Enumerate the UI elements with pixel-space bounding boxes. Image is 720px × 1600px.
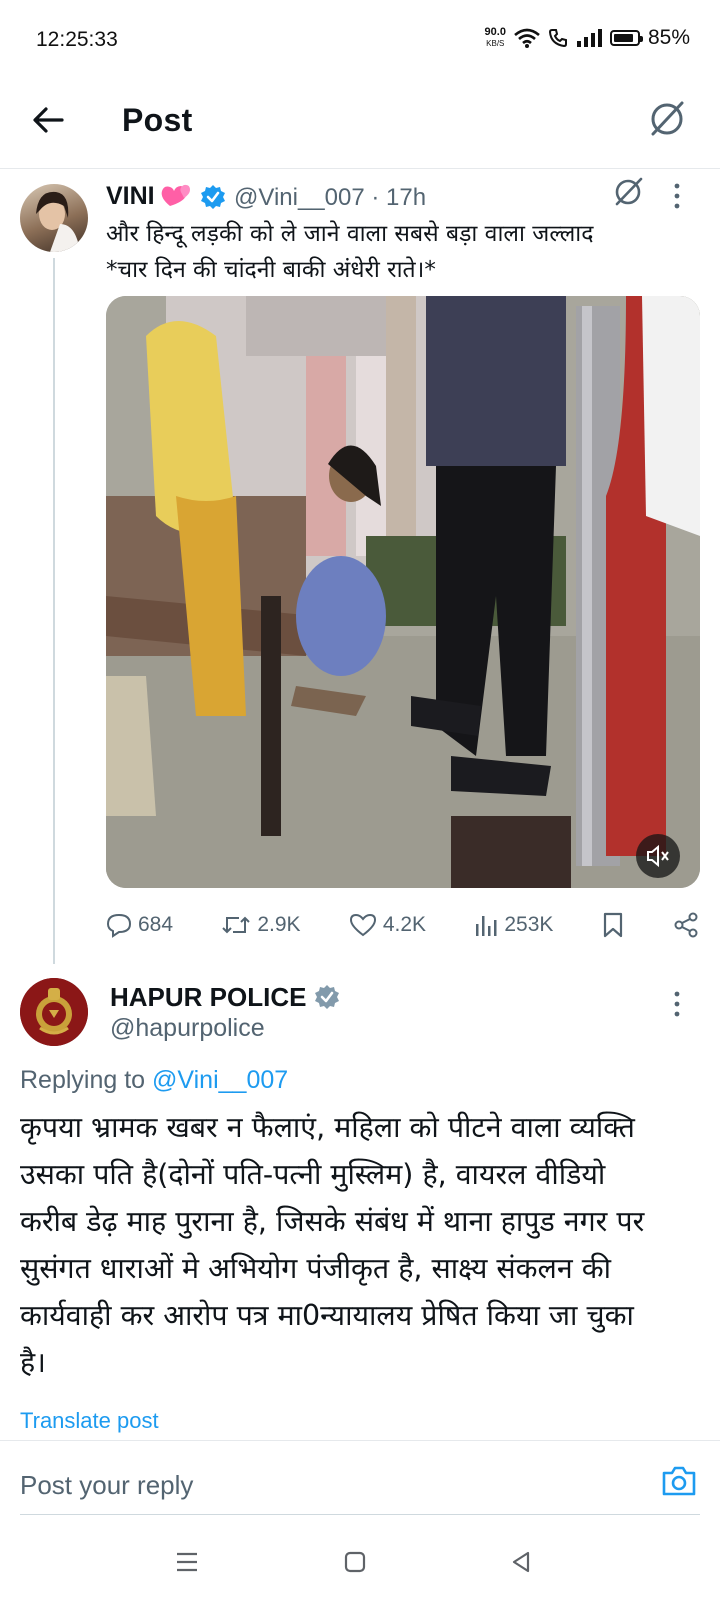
heart-emoji-icon [161,184,190,206]
wifi-icon [514,28,540,48]
camera-icon[interactable] [660,1462,698,1500]
views-icon [476,916,497,936]
status-icons: 90.0 KB/S 85% [485,26,690,50]
avatar[interactable] [20,978,88,1046]
thread-line [53,258,55,964]
repost-button[interactable]: 2.9K [221,912,301,938]
views-button[interactable]: 253K [474,912,553,938]
network-speed: 90.0 KB/S [484,26,506,49]
battery-percent: 85% [647,26,690,49]
author-handle[interactable]: @hapurpolice [110,1014,265,1043]
grok-icon[interactable] [612,176,644,208]
home-nav-icon[interactable] [342,1544,368,1580]
repost-icon [222,916,251,934]
replying-to: Replying to @Vini__007 [20,1066,289,1094]
author-name[interactable]: HAPUR POLICE [110,982,306,1013]
author-handle-time[interactable]: @Vini__007 · 17h [234,184,426,212]
reply-icon [106,913,132,938]
battery-icon [609,30,643,46]
share-icon [674,912,698,938]
verified-badge-icon [201,185,225,209]
more-options-icon[interactable] [672,990,682,1018]
post-text: कृपया भ्रामक खबर न फैलाएं, महिला को पीटन… [20,1111,645,1379]
speaker-muted-icon [647,844,669,868]
reply-button[interactable]: 684 [106,912,173,938]
avatar[interactable] [20,184,88,252]
heart-icon [349,913,376,937]
translate-post-link[interactable]: Translate post [20,1408,159,1434]
page-title: Post [122,102,193,138]
police-emblem-icon [20,978,88,1046]
author-name[interactable]: VINI [106,182,155,211]
post-actions: 684 2.9K 4.2K 253K [106,908,700,942]
reply-underline [20,1514,700,1515]
like-button[interactable]: 4.2K [349,912,426,938]
share-button[interactable] [672,911,700,939]
post-text: और हिन्दू लड़की को ले जाने वाला सबसे बड़… [106,221,594,283]
bookmark-icon [603,912,622,938]
call-icon [548,29,567,48]
bookmark-button[interactable] [602,911,624,939]
reply-divider [0,1440,720,1441]
grok-icon[interactable] [648,100,686,138]
mute-toggle[interactable] [636,834,680,878]
back-arrow-icon[interactable] [30,102,66,138]
mention-link[interactable]: @Vini__007 [152,1066,288,1094]
verified-badge-icon [315,985,339,1009]
video-scene [106,296,700,888]
header-divider [0,168,720,169]
video-thumbnail[interactable] [106,296,700,888]
back-nav-icon[interactable] [508,1544,534,1580]
status-time: 12:25:33 [36,28,118,51]
reply-input[interactable]: Post your reply [20,1470,193,1501]
menu-nav-icon[interactable] [174,1544,200,1580]
signal-icon [576,29,602,47]
more-options-icon[interactable] [672,182,682,210]
